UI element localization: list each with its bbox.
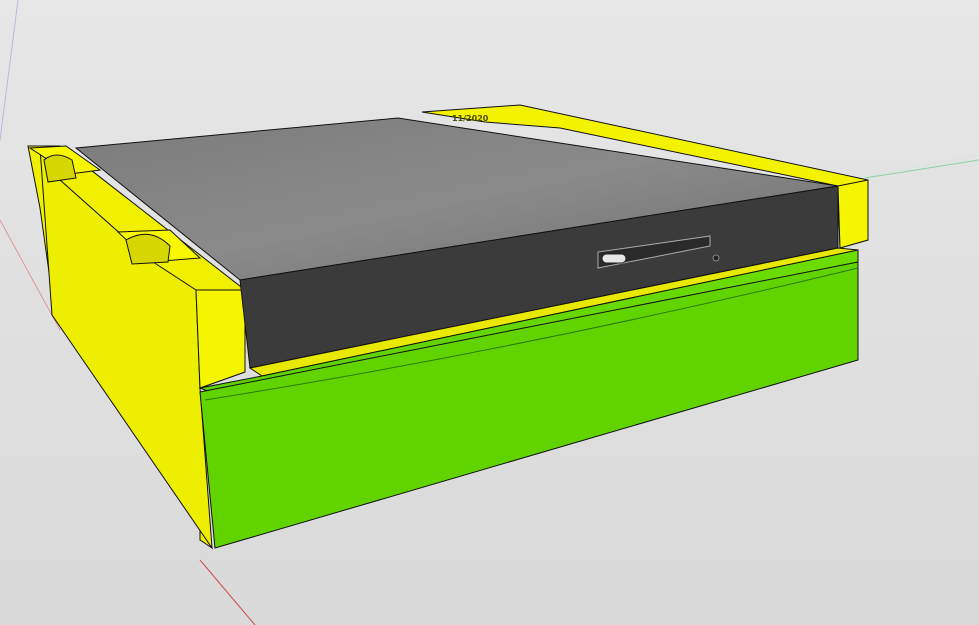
axis-green-line-faint [859,154,979,179]
status-led-icon [712,254,720,262]
frame-engraving: 11/2020 [452,114,489,123]
axis-blue-line [0,0,19,141]
frame-notch-left [43,154,77,183]
model-drawing: 11/2020 [0,0,979,625]
axis-green-line [864,159,979,179]
3d-viewport[interactable]: 11/2020 [0,0,979,625]
frame-right-post [837,179,869,249]
frame-front-post [195,289,246,389]
axis-red-line [199,559,256,625]
